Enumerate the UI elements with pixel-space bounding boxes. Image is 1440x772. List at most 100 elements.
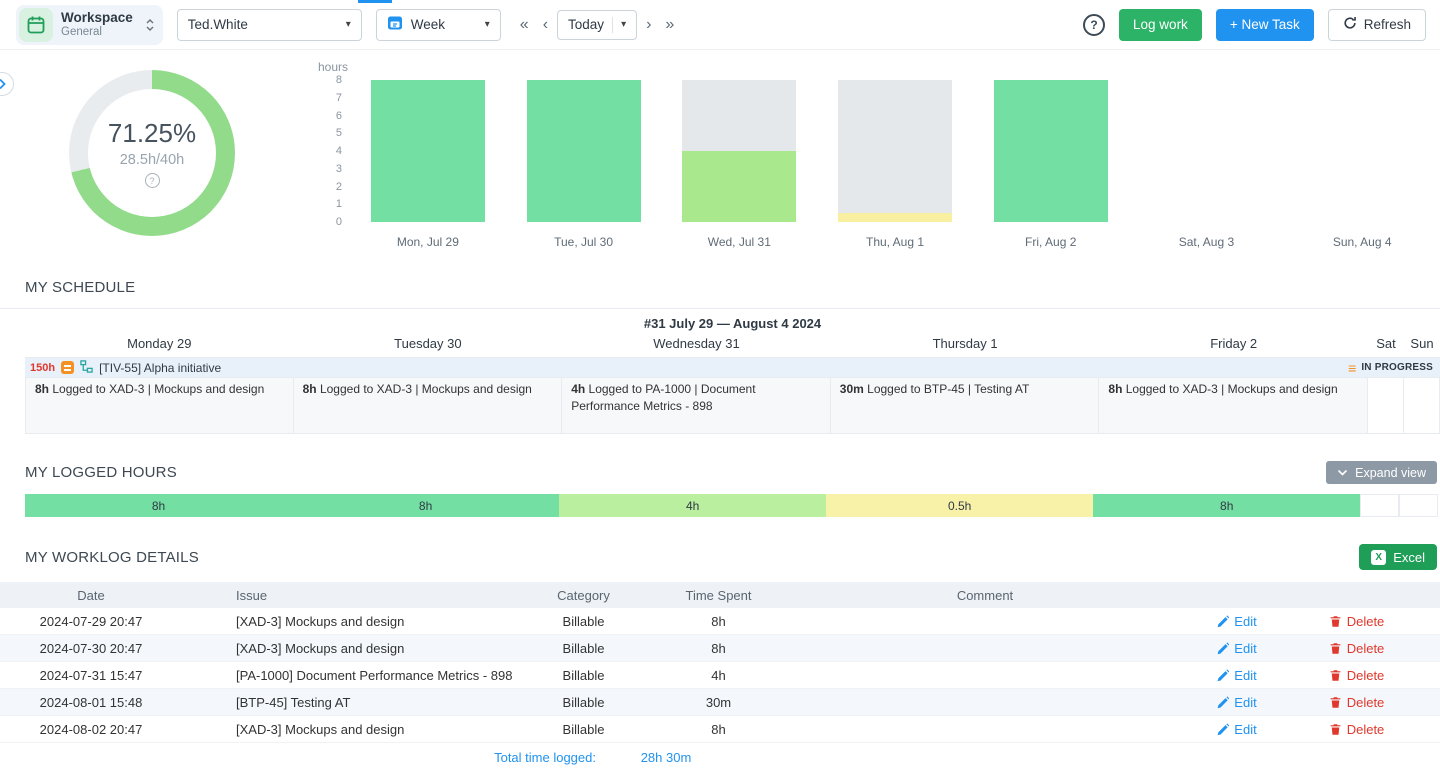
edit-label: Edit: [1234, 722, 1256, 737]
logged-hours-bar-segment: [994, 80, 1108, 222]
header-date: Date: [16, 588, 166, 603]
expand-view-button[interactable]: Expand view: [1326, 461, 1437, 484]
header-issue: Issue: [236, 588, 516, 603]
donut-help-icon[interactable]: ?: [145, 173, 160, 188]
required-hours-bar: [371, 80, 485, 222]
chevron-down-icon: ▾: [485, 19, 490, 30]
header-comment: Comment: [786, 588, 1184, 603]
worklog-text: Logged to BTP-45 | Testing AT: [864, 382, 1029, 396]
worklog-table-row: 2024-07-30 20:47[XAD-3] Mockups and desi…: [0, 635, 1440, 662]
my-schedule-title: MY SCHEDULE: [25, 279, 135, 296]
workspace-switch-icon[interactable]: [145, 18, 155, 32]
edit-button[interactable]: Edit: [1216, 668, 1256, 683]
required-hours-bar: [527, 80, 641, 222]
jump-last-button[interactable]: »: [660, 15, 679, 35]
today-button[interactable]: Today ▾: [557, 10, 637, 40]
schedule-day-header: Sat: [1368, 336, 1404, 351]
export-excel-button[interactable]: X Excel: [1359, 544, 1437, 570]
week-label: #31 July 29 — August 4 2024: [25, 309, 1440, 333]
schedule-worklog-row: 8h Logged to XAD-3 | Mockups and design8…: [25, 377, 1440, 434]
active-tab-indicator: [358, 0, 392, 3]
cell-issue: [XAD-3] Mockups and design: [236, 722, 516, 737]
delete-label: Delete: [1347, 641, 1385, 656]
my-logged-hours-section: MY LOGGED HOURS Expand view 8h8h4h0.5h8h: [0, 461, 1440, 517]
worklog-table: Date Issue Category Time Spent Comment 2…: [0, 582, 1440, 772]
schedule-day-header: Tuesday 30: [294, 336, 563, 351]
cell-issue: [BTP-45] Testing AT: [236, 695, 516, 710]
chart-day-label: Mon, Jul 29: [397, 235, 459, 249]
chevron-down-icon: ▾: [346, 19, 351, 30]
cell-category: Billable: [516, 668, 651, 683]
schedule-day-header: Thursday 1: [831, 336, 1100, 351]
logged-hours-segment: [1399, 494, 1438, 517]
help-icon[interactable]: ?: [1083, 14, 1105, 36]
edit-label: Edit: [1234, 641, 1256, 656]
previous-button[interactable]: ‹: [538, 15, 553, 35]
y-tick-label: 0: [336, 216, 342, 228]
date-navigation: « ‹ Today ▾ › »: [515, 10, 680, 40]
chart-day-label: Sat, Aug 3: [1179, 235, 1234, 249]
jump-first-button[interactable]: «: [515, 15, 534, 35]
refresh-label: Refresh: [1364, 17, 1411, 32]
edit-button[interactable]: Edit: [1216, 695, 1256, 710]
bar-chart-days: Mon, Jul 29Tue, Jul 30Wed, Jul 31Thu, Au…: [350, 56, 1440, 249]
user-select[interactable]: Ted.White ▾: [177, 9, 362, 41]
my-schedule-section: MY SCHEDULE #31 July 29 — August 4 2024 …: [0, 279, 1440, 434]
y-tick-label: 6: [336, 110, 342, 122]
chart-day-column: Sun, Aug 4: [1284, 56, 1440, 249]
worklog-time: 4h: [571, 382, 585, 396]
worklog-text: Logged to XAD-3 | Mockups and design: [1122, 382, 1337, 396]
completion-percent: 71.25%: [108, 118, 196, 149]
schedule-day-header: Wednesday 31: [562, 336, 831, 351]
logged-hours-bar-segment: [838, 213, 952, 222]
schedule-worklog-cell: 8h Logged to XAD-3 | Mockups and design: [1099, 378, 1368, 433]
chart-day-column: Tue, Jul 30: [506, 56, 662, 249]
delete-button[interactable]: Delete: [1329, 614, 1385, 629]
schedule-worklog-cell: 8h Logged to XAD-3 | Mockups and design: [25, 378, 294, 433]
chart-day-column: Fri, Aug 2: [973, 56, 1129, 249]
cell-time-spent: 8h: [651, 641, 786, 656]
schedule-worklog-cell: [1368, 378, 1404, 433]
delete-button[interactable]: Delete: [1329, 695, 1385, 710]
edit-button[interactable]: Edit: [1216, 614, 1256, 629]
cell-category: Billable: [516, 614, 651, 629]
delete-button[interactable]: Delete: [1329, 668, 1385, 683]
priority-icon: [61, 361, 74, 374]
delete-label: Delete: [1347, 722, 1385, 737]
total-time-label: Total time logged:: [16, 750, 596, 765]
worklog-table-body: 2024-07-29 20:47[XAD-3] Mockups and desi…: [0, 608, 1440, 743]
schedule-worklog-cell: 4h Logged to PA-1000 | Document Performa…: [562, 378, 831, 433]
hours-bar-chart: hours 876543210 Mon, Jul 29Tue, Jul 30We…: [310, 56, 1440, 249]
log-work-button[interactable]: Log work: [1119, 9, 1202, 41]
my-worklog-details-title: MY WORKLOG DETAILS: [25, 549, 199, 566]
y-tick-label: 3: [336, 163, 342, 175]
delete-button[interactable]: Delete: [1329, 641, 1385, 656]
chart-day-label: Sun, Aug 4: [1333, 235, 1392, 249]
y-tick-label: 7: [336, 92, 342, 104]
chart-day-column: Sat, Aug 3: [1129, 56, 1285, 249]
period-select[interactable]: Week ▾: [376, 9, 501, 41]
edit-button[interactable]: Edit: [1216, 722, 1256, 737]
task-label[interactable]: [TIV-55] Alpha initiative: [99, 361, 221, 375]
workspace-selector[interactable]: Workspace General: [16, 5, 163, 45]
edit-label: Edit: [1234, 695, 1256, 710]
chart-day-label: Fri, Aug 2: [1025, 235, 1076, 249]
my-logged-hours-title: MY LOGGED HOURS: [25, 464, 177, 481]
worklog-time: 8h: [1108, 382, 1122, 396]
logged-hours-segment: 8h: [1093, 494, 1360, 517]
next-button[interactable]: ›: [641, 15, 656, 35]
task-estimate: 150h: [30, 362, 55, 374]
schedule-task-row: 150h [TIV-55] Alpha initiative ≡ IN PROG…: [25, 357, 1440, 377]
completion-ratio: 28.5h/40h: [120, 152, 185, 168]
refresh-button[interactable]: Refresh: [1328, 9, 1426, 41]
task-menu-icon[interactable]: ≡: [1348, 361, 1356, 375]
delete-button[interactable]: Delete: [1329, 722, 1385, 737]
y-tick-label: 4: [336, 145, 342, 157]
cell-category: Billable: [516, 722, 651, 737]
new-task-button[interactable]: + New Task: [1216, 9, 1314, 41]
total-time-value: 28h 30m: [596, 750, 736, 765]
edit-button[interactable]: Edit: [1216, 641, 1256, 656]
worklog-table-row: 2024-08-01 15:48[BTP-45] Testing ATBilla…: [0, 689, 1440, 716]
cell-time-spent: 8h: [651, 722, 786, 737]
my-worklog-details-section: MY WORKLOG DETAILS X Excel Date Issue Ca…: [0, 544, 1440, 772]
